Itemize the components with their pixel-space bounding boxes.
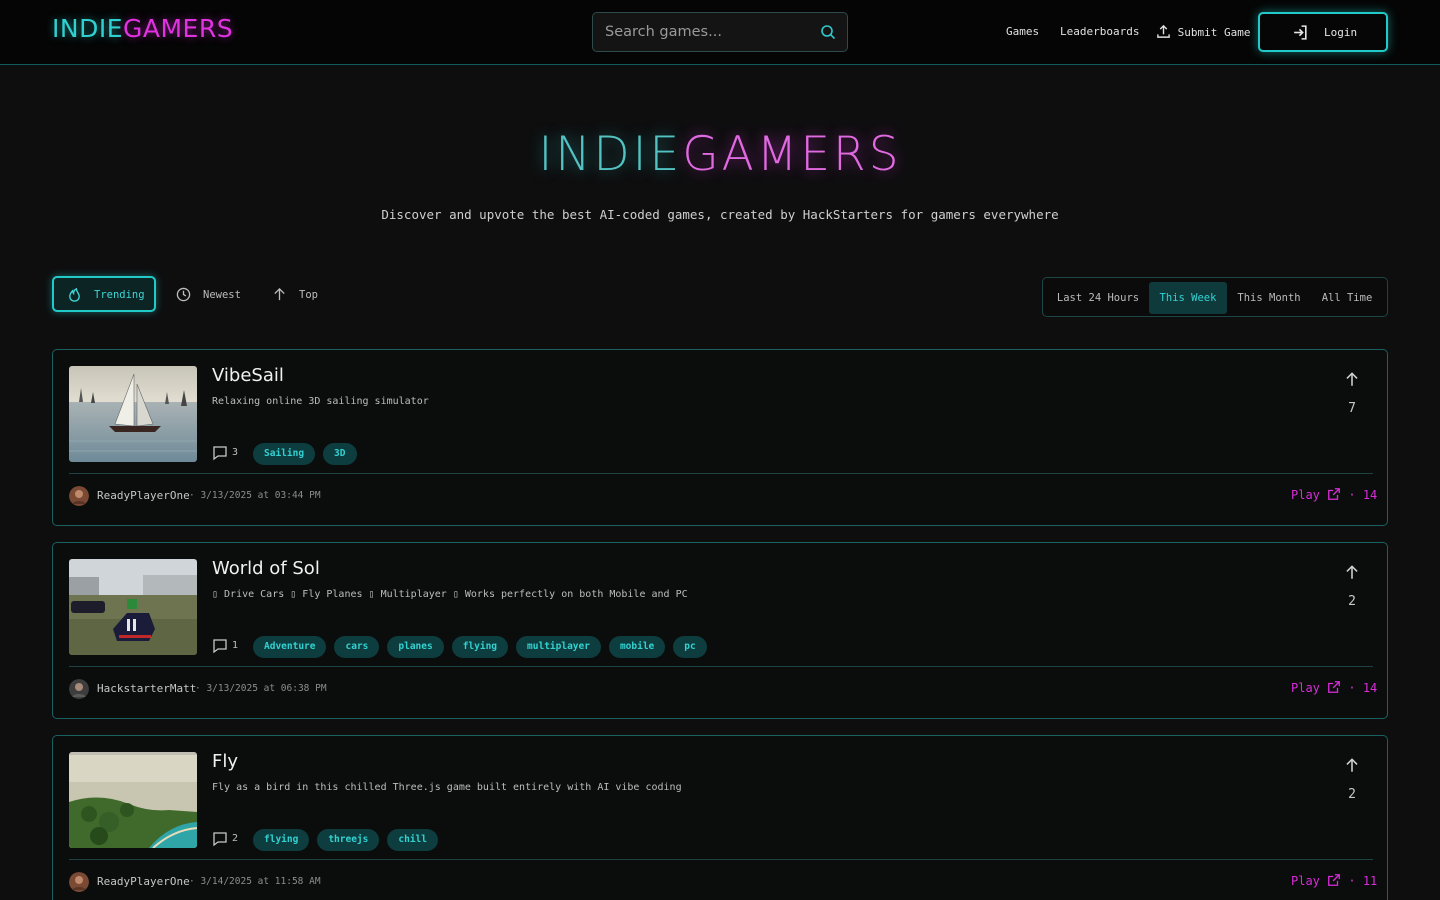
nav-link-games[interactable]: Games: [1006, 25, 1039, 38]
comment-icon: [213, 446, 227, 461]
play-link[interactable]: Play · 14: [1291, 487, 1377, 505]
time-filter-this-week[interactable]: This Week: [1149, 282, 1227, 314]
game-card[interactable]: Fly Fly as a bird in this chilled Three.…: [52, 735, 1388, 900]
avatar[interactable]: [69, 679, 89, 699]
search-input[interactable]: [593, 13, 813, 51]
external-link-icon: [1328, 488, 1341, 500]
comment-icon: [213, 639, 227, 654]
external-link-icon: [1328, 874, 1341, 886]
tag[interactable]: cars: [334, 636, 380, 658]
time-filter-this-month[interactable]: This Month: [1231, 282, 1307, 314]
sort-newest-button[interactable]: Newest: [168, 277, 248, 313]
game-description: Fly as a bird in this chilled Three.js g…: [212, 782, 682, 793]
post-date: · 3/14/2025 at 11:58 AM: [189, 876, 321, 887]
game-thumbnail[interactable]: [69, 366, 197, 462]
comments-number: 1: [232, 640, 239, 651]
tag[interactable]: Adventure: [253, 636, 327, 658]
logo-part-gamers: GAMERS: [123, 14, 234, 43]
nav-link-submit-game[interactable]: Submit Game: [1156, 24, 1250, 39]
upvote-arrow-icon[interactable]: [1343, 370, 1361, 388]
author-name[interactable]: HackstarterMatt: [97, 682, 196, 695]
comments-number: 3: [232, 447, 239, 458]
tag[interactable]: mobile: [608, 636, 666, 658]
comments-number: 2: [232, 833, 239, 844]
sort-trending-label: Trending: [94, 289, 145, 301]
clock-icon: [176, 287, 191, 302]
tag[interactable]: flying: [451, 636, 509, 658]
game-thumbnail[interactable]: [69, 559, 197, 655]
upvote-arrow-icon[interactable]: [1343, 563, 1361, 581]
game-title[interactable]: Fly: [212, 751, 238, 772]
top-navbar: INDIEGAMERS Games Leaderboards Submit Ga…: [0, 0, 1440, 65]
hero-title-gamers: GAMERS: [682, 127, 902, 182]
sort-newest-label: Newest: [203, 289, 241, 301]
sort-trending-button[interactable]: Trending: [52, 276, 156, 312]
tag-list: Sailing 3D: [253, 443, 357, 465]
vote-count: 2: [1348, 594, 1356, 609]
hero-title: INDIEGAMERS: [0, 127, 1440, 182]
game-thumbnail[interactable]: [69, 752, 197, 848]
author-name[interactable]: ReadyPlayerOne: [97, 489, 190, 502]
tag[interactable]: planes: [387, 636, 444, 658]
tag[interactable]: Sailing: [253, 443, 316, 465]
time-filter-all-time[interactable]: All Time: [1313, 282, 1381, 314]
sort-top-label: Top: [299, 289, 318, 301]
post-date: · 3/13/2025 at 03:44 PM: [189, 490, 321, 501]
hero-subtitle: Discover and upvote the best AI-coded ga…: [381, 207, 1059, 222]
site-logo[interactable]: INDIEGAMERS: [52, 14, 233, 43]
tag[interactable]: 3D: [323, 443, 357, 465]
submit-game-label: Submit Game: [1177, 26, 1251, 39]
upvote-arrow-icon[interactable]: [1343, 756, 1361, 774]
play-count: · 14: [1348, 681, 1378, 695]
tag-list: flying threejs chill: [253, 829, 438, 851]
tag[interactable]: threejs: [317, 829, 380, 851]
play-label: Play: [1291, 874, 1320, 888]
tag[interactable]: flying: [253, 829, 310, 851]
search-box: [592, 12, 848, 52]
time-filter-last-24-hours[interactable]: Last 24 Hours: [1051, 282, 1145, 314]
sort-top-button[interactable]: Top: [264, 277, 324, 313]
nav-link-leaderboards[interactable]: Leaderboards: [1060, 25, 1139, 38]
vote-count: 2: [1348, 787, 1356, 802]
avatar[interactable]: [69, 486, 89, 506]
flame-icon: [69, 287, 80, 302]
play-count: · 14: [1348, 488, 1378, 502]
comment-icon: [213, 832, 227, 847]
login-icon: [1294, 25, 1307, 40]
hero-title-indie: INDIE: [538, 127, 683, 182]
game-description: Relaxing online 3D sailing simulator: [212, 396, 429, 407]
play-label: Play: [1291, 488, 1320, 502]
vote-count: 7: [1348, 401, 1356, 416]
arrow-up-icon: [274, 287, 285, 301]
game-title[interactable]: World of Sol: [212, 558, 320, 579]
tag-list: Adventure cars planes flying multiplayer…: [253, 636, 707, 658]
tag[interactable]: multiplayer: [516, 636, 601, 658]
card-divider: [69, 666, 1373, 667]
search-icon[interactable]: [820, 24, 836, 40]
author-name[interactable]: ReadyPlayerOne: [97, 875, 190, 888]
play-count: · 11: [1348, 874, 1378, 888]
play-link[interactable]: Play · 14: [1291, 680, 1377, 698]
upload-icon: [1157, 24, 1170, 38]
play-label: Play: [1291, 681, 1320, 695]
avatar[interactable]: [69, 872, 89, 892]
card-divider: [69, 473, 1373, 474]
game-card[interactable]: World of Sol ▯ Drive Cars ▯ Fly Planes ▯…: [52, 542, 1388, 719]
game-description: ▯ Drive Cars ▯ Fly Planes ▯ Multiplayer …: [212, 589, 688, 600]
game-card[interactable]: VibeSail Relaxing online 3D sailing simu…: [52, 349, 1388, 526]
card-divider: [69, 859, 1373, 860]
login-button[interactable]: Login: [1258, 12, 1388, 52]
login-label: Login: [1324, 26, 1358, 39]
tag[interactable]: pc: [673, 636, 707, 658]
post-date: · 3/13/2025 at 06:38 PM: [195, 683, 327, 694]
game-title[interactable]: VibeSail: [212, 365, 284, 386]
play-link[interactable]: Play · 11: [1291, 873, 1377, 891]
external-link-icon: [1328, 681, 1341, 693]
tag[interactable]: chill: [387, 829, 438, 851]
time-filter-group: Last 24 Hours This Week This Month All T…: [1042, 277, 1388, 317]
logo-part-indie: INDIE: [52, 14, 123, 43]
